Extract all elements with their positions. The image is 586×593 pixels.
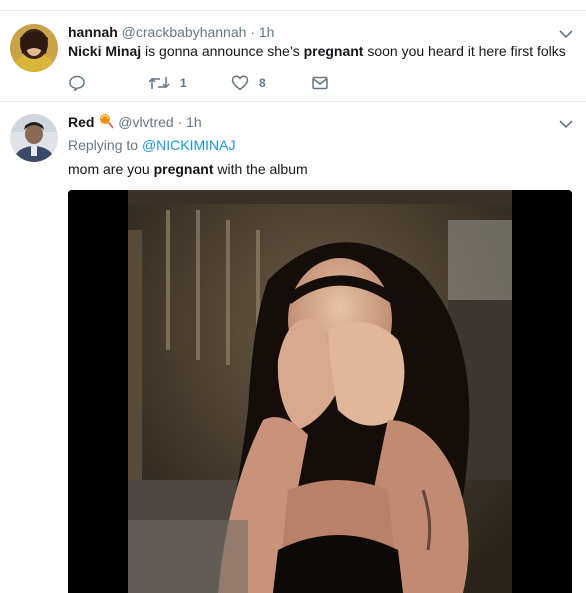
chevron-down-icon[interactable]	[558, 28, 574, 40]
separator-dot: ·	[177, 114, 183, 130]
heart-icon	[231, 75, 249, 91]
replying-to: Replying to @NICKIMINAJ	[68, 137, 236, 153]
replying-prefix: Replying to	[68, 137, 142, 153]
bold-word: pregnant	[153, 161, 214, 177]
author-name[interactable]: hannah	[68, 24, 118, 40]
text-segment: is gonna announce she’s	[141, 43, 304, 59]
top-divider	[0, 10, 586, 11]
like-count: 8	[259, 76, 266, 90]
author-handle[interactable]: @vlvtred	[118, 114, 173, 130]
lollipop-emoji-icon	[100, 114, 114, 129]
reply-action[interactable]	[68, 73, 86, 93]
author-name[interactable]: Red	[68, 114, 94, 130]
author-handle[interactable]: @crackbabyhannah	[122, 24, 247, 40]
avatar[interactable]	[10, 24, 58, 72]
gif-frame-image	[68, 190, 572, 593]
retweet-icon	[148, 77, 170, 89]
tweet-text: mom are you pregnant with the album	[68, 160, 308, 179]
media-gif[interactable]	[68, 190, 572, 593]
retweet-action[interactable]: 1	[148, 73, 187, 93]
mention-link[interactable]: @NICKIMINAJ	[142, 137, 236, 153]
mention-nicki[interactable]: Nicki Minaj	[68, 43, 141, 59]
avatar[interactable]	[10, 114, 58, 162]
chevron-down-icon[interactable]	[558, 118, 574, 130]
bold-word: pregnant	[303, 43, 364, 59]
avatar-image	[10, 24, 58, 72]
timestamp[interactable]: 1h	[259, 24, 275, 40]
action-bar: 1 8	[68, 73, 368, 93]
like-action[interactable]: 8	[231, 73, 266, 93]
tweet-header: hannah @crackbabyhannah · 1h	[68, 23, 274, 41]
tweet-text: Nicki Minaj is gonna announce she’s preg…	[68, 42, 566, 61]
avatar-image	[10, 114, 58, 162]
tweet-header: Red @vlvtred · 1h	[68, 113, 202, 131]
text-segment: soon you heard it here first folks	[363, 43, 566, 59]
message-action[interactable]	[311, 73, 329, 93]
text-segment: mom are you	[68, 161, 154, 177]
reply-icon	[69, 75, 85, 92]
tweet-divider	[0, 101, 586, 102]
timestamp[interactable]: 1h	[186, 114, 202, 130]
retweet-count: 1	[180, 76, 187, 90]
separator-dot: ·	[250, 24, 255, 40]
envelope-icon	[312, 76, 328, 90]
text-segment: with the album	[213, 161, 308, 177]
